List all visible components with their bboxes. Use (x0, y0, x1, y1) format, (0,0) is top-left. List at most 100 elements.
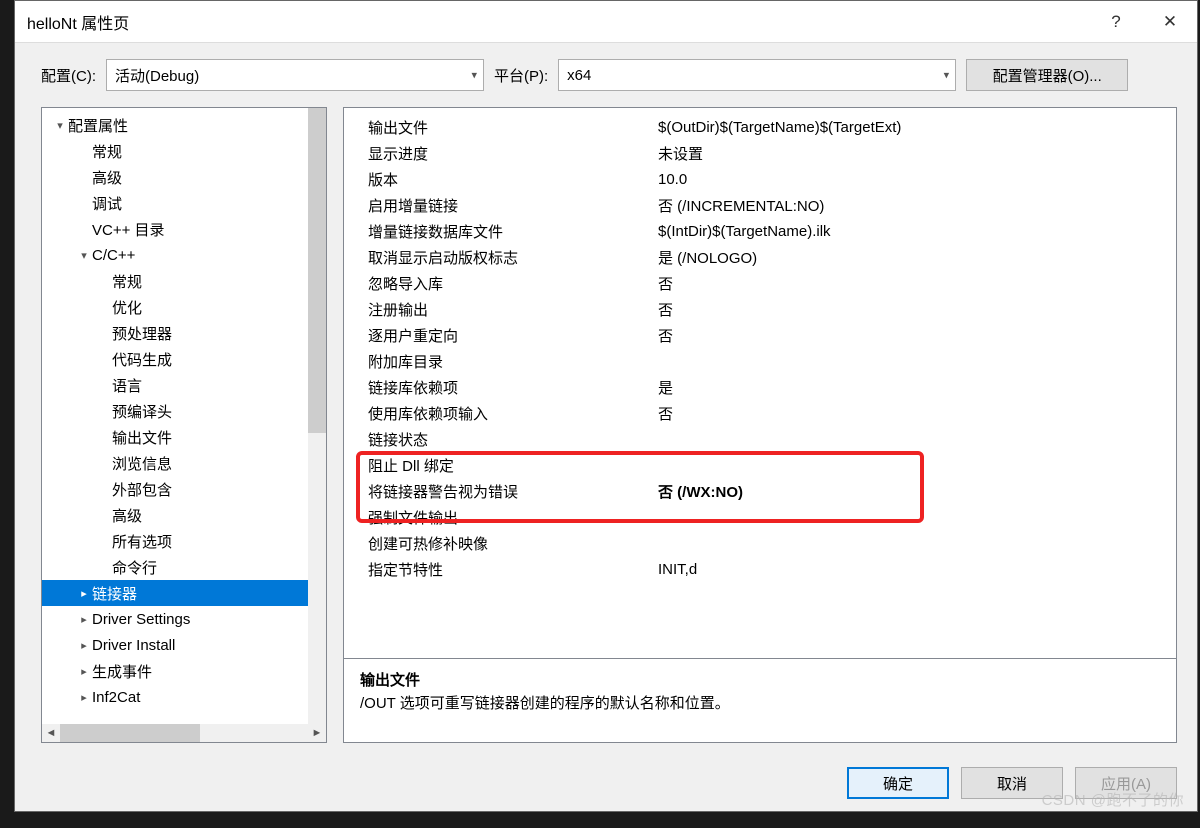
tree-item-label: 链接器 (92, 583, 137, 604)
help-button[interactable]: ? (1089, 1, 1143, 43)
tree-expander-icon[interactable]: ▾ (54, 119, 66, 132)
property-value[interactable]: 10.0 (658, 171, 1166, 188)
tree-item-1[interactable]: 常规 (42, 138, 326, 164)
right-panel: 输出文件$(OutDir)$(TargetName)$(TargetExt)显示… (343, 107, 1177, 743)
property-value[interactable]: $(OutDir)$(TargetName)$(TargetExt) (658, 119, 1166, 136)
property-row[interactable]: 强制文件输出 (368, 504, 1166, 530)
property-value[interactable]: $(IntDir)$(TargetName).ilk (658, 223, 1166, 240)
property-name: 将链接器警告视为错误 (368, 481, 658, 502)
tree-item-8[interactable]: 预处理器 (42, 320, 326, 346)
property-row[interactable]: 忽略导入库否 (368, 270, 1166, 296)
config-label: 配置(C): (41, 65, 96, 86)
property-row[interactable]: 显示进度未设置 (368, 140, 1166, 166)
tree-item-6[interactable]: 常规 (42, 268, 326, 294)
tree-item-3[interactable]: 调试 (42, 190, 326, 216)
config-dropdown[interactable]: 活动(Debug) ▾ (106, 59, 484, 91)
property-row[interactable]: 阻止 Dll 绑定 (368, 452, 1166, 478)
tree-expander-icon[interactable]: ▾ (78, 249, 90, 262)
property-row[interactable]: 取消显示启动版权标志是 (/NOLOGO) (368, 244, 1166, 270)
tree-item-13[interactable]: 浏览信息 (42, 450, 326, 476)
property-row[interactable]: 启用增量链接否 (/INCREMENTAL:NO) (368, 192, 1166, 218)
tree-item-label: 预处理器 (112, 323, 172, 344)
property-row[interactable]: 指定节特性INIT,d (368, 556, 1166, 582)
category-tree[interactable]: ▾配置属性常规高级调试VC++ 目录▾C/C++常规优化预处理器代码生成语言预编… (42, 108, 326, 724)
tree-scroll-thumb[interactable] (308, 108, 326, 433)
property-name: 忽略导入库 (368, 273, 658, 294)
tree-expander-icon[interactable]: ▸ (78, 665, 90, 678)
tree-item-label: 浏览信息 (112, 453, 172, 474)
property-value[interactable]: 否 (/WX:NO) (658, 481, 1166, 502)
property-row[interactable]: 注册输出否 (368, 296, 1166, 322)
tree-item-5[interactable]: ▾C/C++ (42, 242, 326, 268)
configuration-manager-button[interactable]: 配置管理器(O)... (966, 59, 1128, 91)
tree-item-12[interactable]: 输出文件 (42, 424, 326, 450)
property-value[interactable]: 否 (658, 403, 1166, 424)
tree-item-18[interactable]: ▸链接器 (42, 580, 326, 606)
tree-item-label: 代码生成 (112, 349, 172, 370)
tree-item-label: 配置属性 (68, 115, 128, 136)
window-title: helloNt 属性页 (27, 10, 1089, 34)
tree-item-10[interactable]: 语言 (42, 372, 326, 398)
property-value[interactable]: 是 (658, 377, 1166, 398)
property-name: 启用增量链接 (368, 195, 658, 216)
property-row[interactable]: 创建可热修补映像 (368, 530, 1166, 556)
tree-item-21[interactable]: ▸生成事件 (42, 658, 326, 684)
property-value[interactable]: 否 (658, 299, 1166, 320)
tree-expander-icon[interactable]: ▸ (78, 613, 90, 626)
property-row[interactable]: 版本10.0 (368, 166, 1166, 192)
property-row[interactable]: 将链接器警告视为错误否 (/WX:NO) (368, 478, 1166, 504)
property-row[interactable]: 逐用户重定向否 (368, 322, 1166, 348)
tree-item-20[interactable]: ▸Driver Install (42, 632, 326, 658)
tree-expander-icon[interactable]: ▸ (78, 691, 90, 704)
tree-item-0[interactable]: ▾配置属性 (42, 112, 326, 138)
title-bar: helloNt 属性页 ? ✕ (15, 1, 1197, 43)
tree-item-label: 输出文件 (112, 427, 172, 448)
property-row[interactable]: 输出文件$(OutDir)$(TargetName)$(TargetExt) (368, 114, 1166, 140)
property-row[interactable]: 链接库依赖项是 (368, 374, 1166, 400)
property-name: 取消显示启动版权标志 (368, 247, 658, 268)
tree-item-label: Driver Settings (92, 611, 190, 628)
tree-expander-icon[interactable]: ▸ (78, 639, 90, 652)
tree-item-2[interactable]: 高级 (42, 164, 326, 190)
property-row[interactable]: 使用库依赖项输入否 (368, 400, 1166, 426)
tree-item-label: 外部包含 (112, 479, 172, 500)
property-row[interactable]: 链接状态 (368, 426, 1166, 452)
property-value[interactable]: 是 (/NOLOGO) (658, 247, 1166, 268)
tree-hscroll-track[interactable] (60, 724, 308, 742)
tree-item-4[interactable]: VC++ 目录 (42, 216, 326, 242)
property-name: 版本 (368, 169, 658, 190)
ok-button[interactable]: 确定 (847, 767, 949, 799)
tree-item-16[interactable]: 所有选项 (42, 528, 326, 554)
property-value[interactable]: 否 (658, 325, 1166, 346)
scroll-left-icon[interactable]: ◄ (42, 724, 60, 742)
property-row[interactable]: 附加库目录 (368, 348, 1166, 374)
tree-item-22[interactable]: ▸Inf2Cat (42, 684, 326, 710)
cancel-button[interactable]: 取消 (961, 767, 1063, 799)
tree-item-15[interactable]: 高级 (42, 502, 326, 528)
tree-hscroll-thumb[interactable] (60, 724, 200, 742)
scroll-right-icon[interactable]: ► (308, 724, 326, 742)
property-value[interactable]: 否 (658, 273, 1166, 294)
tree-item-19[interactable]: ▸Driver Settings (42, 606, 326, 632)
tree-item-17[interactable]: 命令行 (42, 554, 326, 580)
tree-item-label: VC++ 目录 (92, 219, 165, 240)
tree-horizontal-scrollbar[interactable]: ◄ ► (42, 724, 326, 742)
property-name: 注册输出 (368, 299, 658, 320)
tree-item-11[interactable]: 预编译头 (42, 398, 326, 424)
chevron-down-icon: ▾ (944, 69, 950, 82)
chevron-down-icon: ▾ (471, 69, 477, 82)
apply-button[interactable]: 应用(A) (1075, 767, 1177, 799)
tree-item-label: Inf2Cat (92, 689, 140, 706)
property-row[interactable]: 增量链接数据库文件$(IntDir)$(TargetName).ilk (368, 218, 1166, 244)
platform-dropdown[interactable]: x64 ▾ (558, 59, 956, 91)
tree-item-7[interactable]: 优化 (42, 294, 326, 320)
tree-vertical-scrollbar[interactable] (308, 108, 326, 724)
tree-item-14[interactable]: 外部包含 (42, 476, 326, 502)
property-value[interactable]: 否 (/INCREMENTAL:NO) (658, 195, 1166, 216)
tree-item-label: 所有选项 (112, 531, 172, 552)
close-button[interactable]: ✕ (1143, 1, 1197, 43)
tree-expander-icon[interactable]: ▸ (78, 587, 90, 600)
tree-item-9[interactable]: 代码生成 (42, 346, 326, 372)
property-value[interactable]: INIT,d (658, 561, 1166, 578)
property-value[interactable]: 未设置 (658, 143, 1166, 164)
